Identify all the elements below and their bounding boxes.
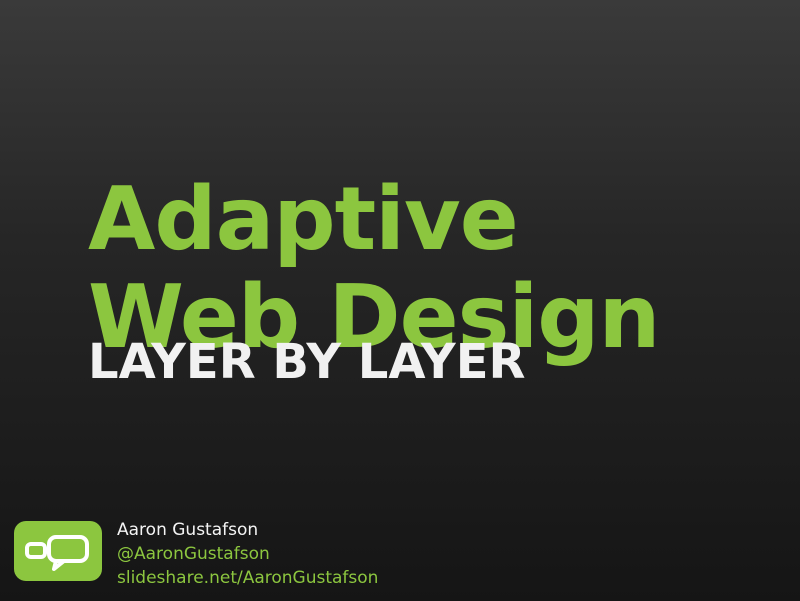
slide-title-line-1: Adaptive	[88, 168, 519, 271]
author-info: Aaron Gustafson @AaronGustafson slidesha…	[117, 518, 378, 590]
author-twitter-handle: @AaronGustafson	[117, 544, 270, 564]
slide-subtitle: LAYER BY LAYER	[88, 334, 526, 390]
chat-bubbles-logo-icon	[14, 521, 102, 581]
author-name: Aaron Gustafson	[117, 520, 259, 540]
presentation-slide: Adaptive Web Design LAYER BY LAYER Aaron…	[0, 0, 800, 601]
author-slideshare-link: slideshare.net/AaronGustafson	[117, 568, 379, 588]
